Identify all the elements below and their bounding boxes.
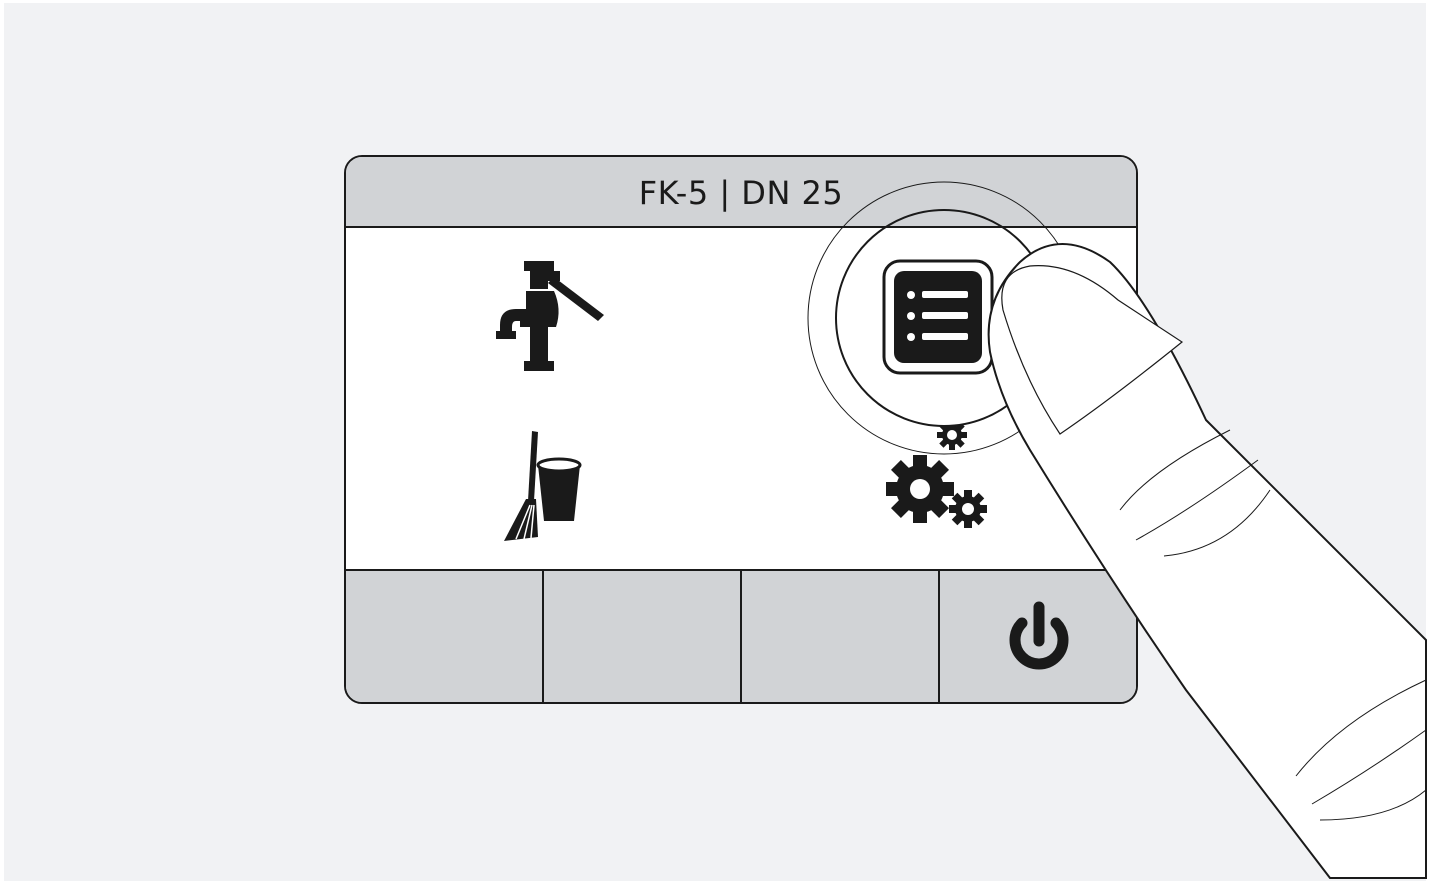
- gears-settings-icon: [886, 420, 987, 528]
- settings-tile[interactable]: [874, 420, 1004, 545]
- power-icon: [1009, 601, 1069, 670]
- title-bar: FK-5 | DN 25: [346, 157, 1136, 228]
- menu-tile[interactable]: [882, 258, 994, 376]
- control-panel-display: FK-5 | DN 25: [344, 155, 1138, 704]
- softkey-3[interactable]: [742, 571, 940, 702]
- tap-tile[interactable]: [486, 247, 626, 387]
- cleaning-bucket-broom-icon: [504, 431, 582, 541]
- softkey-bar: [346, 569, 1136, 702]
- device-title: FK-5 | DN 25: [638, 173, 844, 212]
- water-tap-icon: [496, 261, 604, 371]
- softkey-1[interactable]: [346, 571, 544, 702]
- softkey-2[interactable]: [544, 571, 742, 702]
- cleaning-tile[interactable]: [494, 425, 594, 545]
- list-menu-icon: [882, 259, 994, 375]
- power-button[interactable]: [940, 571, 1136, 702]
